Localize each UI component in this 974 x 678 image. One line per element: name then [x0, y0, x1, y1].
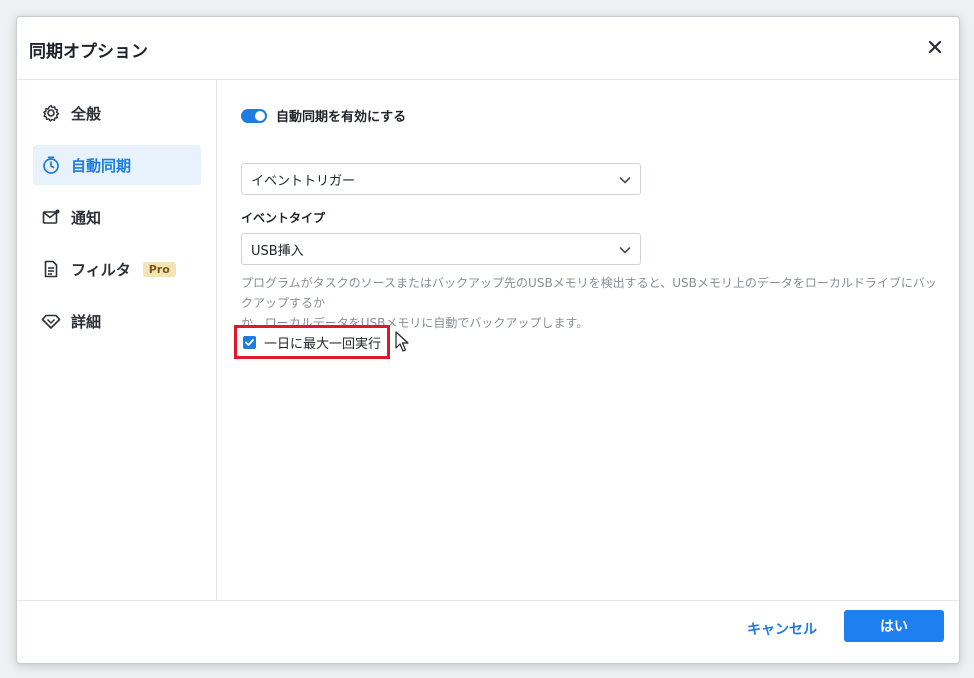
sidebar-item-general[interactable]: 全般 — [33, 93, 201, 133]
sidebar-item-filter[interactable]: フィルタ Pro — [33, 249, 201, 289]
sidebar-item-label: 自動同期 — [71, 156, 132, 175]
sidebar-item-label: 全般 — [71, 104, 102, 123]
sidebar-item-notification[interactable]: 通知 — [33, 197, 201, 237]
auto-sync-toggle-row: 自動同期を有効にする — [241, 106, 406, 125]
run-once-per-day-option[interactable]: 一日に最大一回実行 — [234, 325, 391, 359]
auto-sync-panel: 自動同期を有効にする イベントトリガー イベントタイプ USB挿入 プログラムが… — [234, 80, 959, 601]
chevron-down-icon — [618, 172, 632, 186]
event-description: プログラムがタスクのソースまたはバックアップ先のUSBメモリを検出すると、USB… — [241, 273, 941, 333]
mouse-pointer-icon — [395, 331, 409, 353]
event-type-select-value: USB挿入 — [251, 243, 304, 259]
cancel-button[interactable]: キャンセル — [747, 619, 817, 639]
dialog-title: 同期オプション — [29, 42, 148, 62]
sync-options-dialog: 同期オプション 全般 自動同期 通知 フィルタ Pro 詳細 自動同期を有効にす… — [16, 16, 960, 664]
description-line: プログラムがタスクのソースまたはバックアップ先のUSBメモリを検出すると、USB… — [241, 276, 937, 310]
sidebar-item-label: フィルタ — [71, 260, 131, 279]
document-filter-icon — [41, 259, 61, 279]
run-once-per-day-checkbox[interactable] — [243, 335, 256, 349]
chevron-down-icon — [618, 242, 632, 256]
sidebar-item-advanced[interactable]: 詳細 — [33, 301, 201, 341]
toggle-knob — [255, 110, 265, 121]
sidebar: 全般 自動同期 通知 フィルタ Pro 詳細 — [17, 80, 217, 601]
auto-sync-toggle[interactable] — [241, 108, 267, 123]
trigger-select-value: イベントトリガー — [251, 173, 356, 189]
ok-button[interactable]: はい — [844, 610, 944, 642]
diamond-icon — [41, 311, 61, 331]
gear-icon — [41, 103, 61, 123]
run-once-per-day-label: 一日に最大一回実行 — [264, 336, 382, 352]
sidebar-item-auto-sync[interactable]: 自動同期 — [33, 145, 201, 185]
pro-badge: Pro — [142, 261, 176, 277]
timer-icon — [41, 155, 61, 175]
close-icon[interactable] — [923, 35, 947, 59]
event-type-select[interactable]: USB挿入 — [241, 233, 641, 265]
sidebar-item-label: 通知 — [71, 208, 102, 227]
dialog-titlebar: 同期オプション — [17, 17, 959, 80]
auto-sync-toggle-label: 自動同期を有効にする — [276, 110, 407, 125]
dialog-footer: キャンセル はい — [17, 600, 959, 663]
event-type-label: イベントタイプ — [241, 211, 326, 225]
mail-notification-icon — [41, 207, 61, 227]
trigger-select[interactable]: イベントトリガー — [241, 163, 641, 195]
sidebar-item-label: 詳細 — [71, 312, 102, 331]
